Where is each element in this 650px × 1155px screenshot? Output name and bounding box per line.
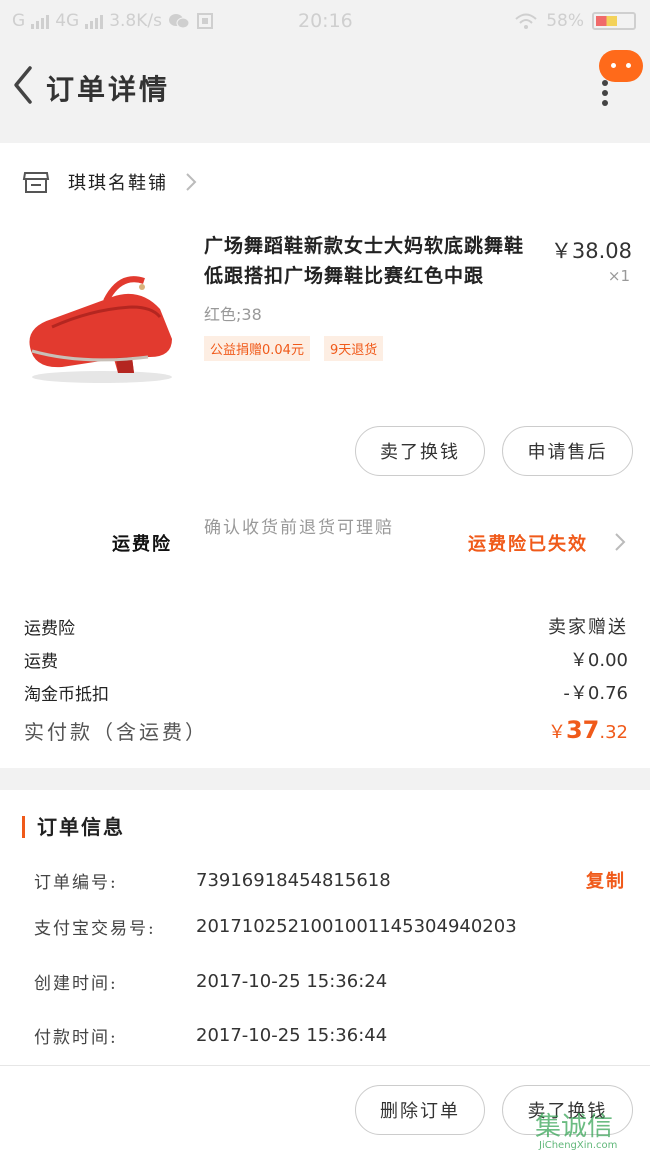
fee-row-coins: 淘金币抵扣 -￥0.76 <box>24 678 628 706</box>
network-speed: 3.8K/s <box>109 11 162 31</box>
product-tags: 公益捐赠0.04元 9天退货 <box>204 336 384 361</box>
nav-bar: 订单详情 <box>0 42 650 142</box>
after-sale-button[interactable]: 申请售后 <box>502 426 633 476</box>
signal-label-1: G <box>12 11 26 31</box>
signal-bars-icon <box>31 13 50 29</box>
shop-name: 琪琪名鞋铺 <box>68 173 168 194</box>
wechat-icon <box>168 14 190 29</box>
chevron-right-icon <box>186 173 197 191</box>
charity-tag: 公益捐赠0.04元 <box>204 336 310 361</box>
created-time-row: 创建时间: 2017-10-25 15:36:24 <box>34 967 626 995</box>
created-time: 2017-10-25 15:36:24 <box>196 970 388 992</box>
shipping-insurance-desc: 确认收货前退货可理赔 <box>204 518 394 538</box>
paid-row: 实付款（含运费） ￥37.32 <box>24 713 628 747</box>
info-label: 订单编号: <box>34 872 118 893</box>
order-card: 琪琪名鞋铺 广场舞蹈鞋新款女士大妈软底跳舞鞋低跟搭扣广场舞鞋比赛红色中跟 ￥38… <box>0 143 650 768</box>
battery-level <box>596 16 617 26</box>
paid-integer: 37 <box>565 716 600 744</box>
notification-icon <box>196 13 213 29</box>
product-spec: 红色;38 <box>204 305 262 324</box>
clock: 20:16 <box>298 10 353 32</box>
fee-row-shipping: 运费 ￥0.00 <box>24 645 628 673</box>
chevron-right-icon[interactable] <box>614 531 626 553</box>
message-bubble-icon[interactable] <box>599 50 643 82</box>
alipay-trade-row: 支付宝交易号: 2017102521001001145304940203 <box>34 912 626 940</box>
product-price: ￥38.08 <box>550 239 632 263</box>
delete-order-button[interactable]: 删除订单 <box>355 1085 485 1135</box>
signal-bars-icon <box>85 13 104 29</box>
more-menu-icon[interactable] <box>602 80 610 106</box>
paid-label: 实付款（含运费） <box>24 719 208 744</box>
order-number-row: 订单编号: 73916918454815618 复制 <box>34 866 626 894</box>
status-right: 58% <box>514 11 636 31</box>
battery-percent: 58% <box>546 11 584 31</box>
product-shoe-image[interactable] <box>22 227 182 397</box>
back-arrow-icon[interactable] <box>6 64 42 106</box>
order-info-card: 订单信息 订单编号: 73916918454815618 复制 支付宝交易号: … <box>0 790 650 1065</box>
watermark-mark: 集诚信 <box>535 1112 614 1142</box>
status-left: G 4G 3.8K/s <box>12 11 214 31</box>
shipping-insurance-status[interactable]: 运费险已失效 <box>468 530 588 556</box>
info-label: 创建时间: <box>34 973 118 994</box>
fee-value: -￥0.76 <box>563 683 628 704</box>
watermark-logo: 集诚信 JiChengXin.com <box>535 1106 650 1155</box>
paid-decimal: .32 <box>599 722 628 743</box>
wifi-icon <box>515 13 537 29</box>
fee-label: 淘金币抵扣 <box>24 684 109 705</box>
paid-amount: ￥37.32 <box>548 716 628 744</box>
product-quantity: ×1 <box>607 267 630 285</box>
copy-button[interactable]: 复制 <box>586 867 626 893</box>
paid-time-row: 付款时间: 2017-10-25 15:36:44 <box>34 1021 626 1049</box>
store-icon <box>22 172 50 193</box>
order-number: 73916918454815618 <box>196 869 391 891</box>
paid-currency: ￥ <box>547 722 566 743</box>
fee-value: ￥0.00 <box>569 650 628 671</box>
alipay-trade-number: 2017102521001001145304940203 <box>196 915 517 937</box>
watermark-url: JiChengXin.com <box>539 1140 618 1151</box>
info-label: 支付宝交易号: <box>34 918 156 939</box>
paid-time: 2017-10-25 15:36:44 <box>196 1024 388 1046</box>
product-title[interactable]: 广场舞蹈鞋新款女士大妈软底跳舞鞋低跟搭扣广场舞鞋比赛红色中跟 <box>204 231 534 291</box>
fee-label: 运费 <box>24 651 58 672</box>
status-bar: G 4G 3.8K/s 20:16 58% <box>0 0 650 42</box>
sell-for-cash-button[interactable]: 卖了换钱 <box>355 426 485 476</box>
page-title: 订单详情 <box>46 73 171 106</box>
shipping-insurance-label: 运费险 <box>112 534 172 555</box>
shop-row[interactable]: 琪琪名鞋铺 <box>22 167 198 197</box>
fee-row-insurance: 运费险 卖家赠送 <box>24 612 628 640</box>
info-label: 付款时间: <box>34 1027 118 1048</box>
order-info-title: 订单信息 <box>22 816 125 838</box>
battery-icon <box>592 12 636 30</box>
signal-label-2: 4G <box>55 11 80 31</box>
fee-value: 卖家赠送 <box>548 617 628 638</box>
return-policy-tag: 9天退货 <box>323 336 384 361</box>
fee-label: 运费险 <box>24 618 75 639</box>
